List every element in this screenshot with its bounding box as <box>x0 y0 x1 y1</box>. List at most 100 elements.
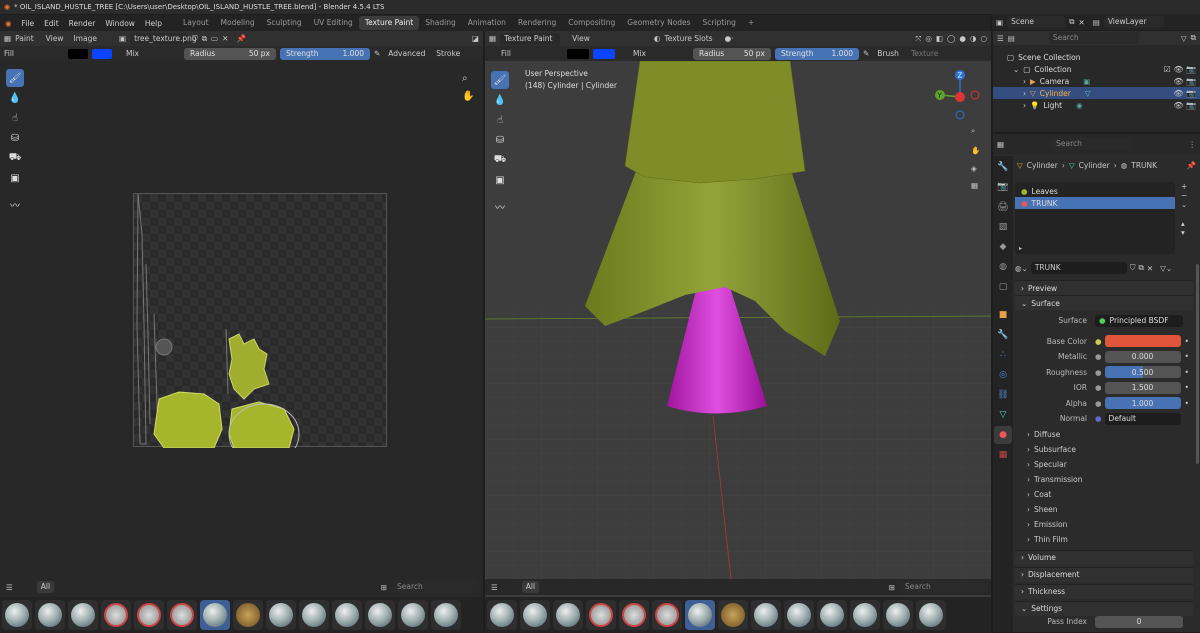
brush-thumb[interactable] <box>332 600 362 630</box>
subsurface-subsection[interactable]: › Subsurface <box>1015 442 1200 457</box>
menu-render[interactable]: Render <box>64 19 101 28</box>
menu-image[interactable]: Image <box>73 34 97 43</box>
paint-mask-icon[interactable]: ●· <box>725 34 734 43</box>
emission-subsection[interactable]: › Emission <box>1015 517 1200 532</box>
properties-scrollbar[interactable] <box>1196 264 1199 464</box>
add-slot-icon[interactable]: + <box>1181 182 1195 191</box>
material-name-field[interactable]: TRUNK <box>1030 262 1127 274</box>
paint-mode-dropdown[interactable]: Paint <box>15 34 34 43</box>
annotate-tool-icon[interactable]: 〰 <box>6 195 24 213</box>
menu-hamburger-icon[interactable]: ☰ <box>491 583 498 592</box>
displacement-section[interactable]: › Displacement <box>1015 566 1193 582</box>
brush-thumb[interactable] <box>751 600 781 630</box>
brush-thumb[interactable] <box>718 600 748 630</box>
socket-icon[interactable]: ● <box>1095 368 1102 377</box>
expand-arrow-icon[interactable]: › <box>1023 77 1026 86</box>
material-slot-trunk[interactable]: ● TRUNK <box>1015 197 1175 209</box>
display-channels-icon[interactable]: ◪ <box>472 34 479 43</box>
material-tab-icon[interactable]: ● <box>994 426 1012 444</box>
brush-thumb-selected[interactable] <box>685 600 715 630</box>
menu-file[interactable]: File <box>17 19 40 28</box>
new-image-icon[interactable]: ⧉ <box>202 34 207 44</box>
tab-modeling[interactable]: Modeling <box>215 16 261 30</box>
smear-tool-icon[interactable]: ☝ <box>6 109 24 127</box>
brush-thumb[interactable] <box>2 600 32 630</box>
brush-thumb-selected[interactable] <box>200 600 230 630</box>
brush-thumb[interactable] <box>134 600 164 630</box>
stroke-dropdown[interactable]: Stroke <box>432 47 467 60</box>
remove-slot-icon[interactable]: − <box>1181 191 1195 200</box>
pin-icon[interactable]: 📌 <box>236 34 245 43</box>
texture-slots-dropdown[interactable]: Texture Slots <box>664 34 712 43</box>
expand-arrow-icon[interactable]: › <box>1023 101 1026 110</box>
options-icon[interactable]: ⋮ <box>1189 140 1197 149</box>
viewport-gizmo-icon[interactable]: ⤧ <box>915 34 921 44</box>
scene-field[interactable]: Scene <box>1007 16 1066 28</box>
brush-thumb[interactable] <box>652 600 682 630</box>
brush-thumb[interactable] <box>619 600 649 630</box>
viewport-pan-icon[interactable]: ✋ <box>971 146 980 155</box>
expand-list-icon[interactable]: ▸ <box>1019 245 1022 252</box>
brush-filter-all[interactable]: All <box>521 581 540 593</box>
draw-tool-icon[interactable]: 🖌 <box>6 69 24 87</box>
outliner-row-camera[interactable]: › ▶ Camera ▣ 👁 📷 <box>993 75 1200 87</box>
visibility-icons[interactable]: 👁 📷 <box>1173 101 1196 110</box>
overlay-icon[interactable]: ◎ <box>925 34 932 43</box>
smear-tool-icon[interactable]: ☝ <box>491 111 509 129</box>
mask-tool-icon[interactable]: ▣ <box>6 169 24 187</box>
mask-tool-icon[interactable]: ▣ <box>491 171 509 189</box>
tab-compositing[interactable]: Compositing <box>562 16 621 30</box>
brush-thumb[interactable] <box>431 600 461 630</box>
brush-thumb[interactable] <box>916 600 946 630</box>
brush-thumb[interactable] <box>586 600 616 630</box>
brush-thumb[interactable] <box>883 600 913 630</box>
texture-dropdown[interactable]: Texture <box>906 47 943 60</box>
modifiers-tab-icon[interactable]: 🔧 <box>994 326 1012 344</box>
material-slot-leaves[interactable]: ● Leaves <box>1015 185 1175 197</box>
blend-mode-dropdown[interactable]: Mix <box>629 47 689 60</box>
menu-hamburger-icon[interactable]: ☰ <box>6 583 13 592</box>
brush-thumb[interactable] <box>233 600 263 630</box>
brush-thumb[interactable] <box>784 600 814 630</box>
link-type-icon[interactable]: ▽⌄ <box>1160 264 1172 273</box>
expand-arrow-icon[interactable]: › <box>1023 89 1026 98</box>
move-down-icon[interactable]: ▾ <box>1181 228 1195 237</box>
physics-tab-icon[interactable]: ◎ <box>994 366 1012 384</box>
editor-type-icon[interactable]: ▦ <box>4 34 11 43</box>
keyframe-icon[interactable]: • <box>1185 352 1189 361</box>
surface-section[interactable]: ⌄ Surface <box>1015 295 1193 310</box>
normal-field[interactable]: Default <box>1104 412 1181 425</box>
menu-edit[interactable]: Edit <box>39 19 64 28</box>
menu-view[interactable]: View <box>572 34 590 43</box>
draw-tool-icon[interactable]: 🖌 <box>491 71 509 89</box>
diffuse-subsection[interactable]: › Diffuse <box>1015 427 1200 442</box>
viewlayer-field[interactable]: ViewLayer <box>1103 16 1164 28</box>
shading-solid-icon[interactable]: ● <box>959 34 966 43</box>
tab-animation[interactable]: Animation <box>462 16 512 30</box>
base-color-swatch[interactable] <box>1104 335 1181 348</box>
shading-wire-icon[interactable]: ◯ <box>947 34 955 43</box>
outliner-search-input[interactable]: Search <box>1048 32 1139 44</box>
fake-user-icon[interactable]: ⛉ <box>1130 263 1136 273</box>
world-tab-icon[interactable]: ◍ <box>994 258 1012 276</box>
tab-layout[interactable]: Layout <box>177 16 215 30</box>
unlink-material-icon[interactable]: ✕ <box>1147 264 1153 273</box>
viewport-camera-icon[interactable]: ◈ <box>971 164 977 173</box>
material-browse-icon[interactable]: ◍⌄ <box>1015 264 1028 273</box>
outliner-editor-icon[interactable]: ☰ <box>997 34 1004 43</box>
soften-tool-icon[interactable]: 💧 <box>491 91 509 109</box>
scene-tab-icon[interactable]: ◆ <box>994 238 1012 256</box>
tool-tab-icon[interactable]: 🔧 <box>994 158 1012 176</box>
keyframe-icon[interactable]: • <box>1185 383 1189 392</box>
delete-scene-icon[interactable]: ✕ <box>1078 18 1084 27</box>
tab-geometry-nodes[interactable]: Geometry Nodes <box>621 16 696 30</box>
sheen-subsection[interactable]: › Sheen <box>1015 502 1200 517</box>
open-image-icon[interactable]: ▭ <box>211 34 218 43</box>
tab-texture-paint[interactable]: Texture Paint <box>358 16 420 30</box>
keyframe-icon[interactable]: • <box>1185 399 1189 408</box>
roughness-field[interactable]: 0.500 <box>1104 366 1181 379</box>
visibility-icons[interactable]: 👁 📷 <box>1173 77 1196 86</box>
texture-tab-icon[interactable]: ▦ <box>994 446 1012 464</box>
socket-icon[interactable]: ● <box>1095 383 1102 392</box>
filter-icon[interactable]: ▽ <box>1181 34 1187 43</box>
